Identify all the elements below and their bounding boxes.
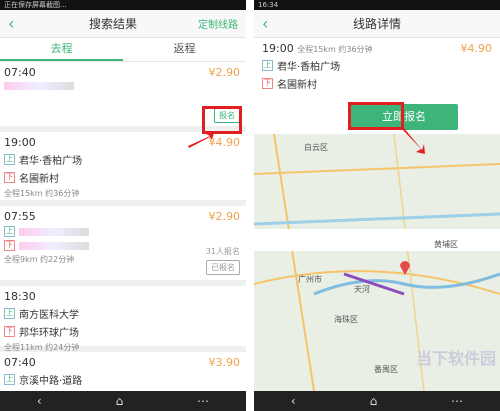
route-detail: 19:00 全程15km 约36分钟 ¥4.90 上君华·香柏广场 下名圃新村 [254,38,500,95]
blurred-text [19,227,89,236]
board-tag: 上 [262,60,273,71]
route-meta: 全程15km 约36分钟 [297,45,373,54]
route-price: ¥3.90 [208,356,241,369]
route-meta: 全程9km 约22分钟 [4,255,75,264]
route-price: ¥2.90 [208,210,241,223]
alight-tag: 下 [262,78,273,89]
board-tag: 上 [4,308,15,319]
route-time: 07:55 [4,210,36,223]
status-bar: 16:34 [254,0,500,10]
pointer-arrow-icon [403,128,425,154]
nav-back-icon[interactable]: ‹ [37,394,42,408]
route-detail-screen: 16:34 ‹ 线路详情 19:00 全程15km 约36分钟 ¥4.90 上君… [254,0,500,411]
route-item[interactable]: 07:55 ¥2.90 上 下 全程9km 约22分钟 31人报名 已报名 [0,206,246,286]
status-text: 正在保存屏幕截图... [4,1,67,9]
route-time: 19:00 [262,42,294,55]
pointer-arrow-icon [188,133,214,148]
map-label: 广州市 [298,275,322,284]
map-label: 白云区 [304,143,328,152]
route-from: 君华·香柏广场 [277,62,341,73]
route-time: 07:40 [4,356,36,369]
watermark: 当下软件园 [415,349,496,368]
route-to: 邦华环球广场 [19,328,79,339]
map-label: 海珠区 [334,315,358,324]
board-tag: 上 [4,154,15,165]
blurred-text [19,241,89,250]
route-meta: 全程15km 约36分钟 [4,189,80,198]
system-nav-bar: ‹ ⌂ ⋯ [0,391,246,411]
panel-divider [246,0,254,411]
route-to: 名圃新村 [277,80,317,91]
nav-home-icon[interactable]: ⌂ [370,394,378,408]
alight-tag: 下 [4,326,15,337]
direction-tabs: 去程 返程 [0,38,246,62]
route-map[interactable]: 白云区 广州市 黄埔区 天河 海珠区 番禺区 当下软件园 [254,134,500,391]
top-bar: ‹ 线路详情 [254,10,500,38]
back-icon[interactable]: ‹ [8,14,28,33]
map-label: 番禺区 [374,365,398,374]
board-tag: 上 [4,226,15,237]
nav-menu-icon[interactable]: ⋯ [197,394,209,408]
alight-tag: 下 [4,172,15,183]
page-title: 搜索结果 [88,17,137,31]
alight-tag: 下 [4,240,15,251]
tab-return[interactable]: 返程 [123,38,246,61]
nav-back-icon[interactable]: ‹ [291,394,296,408]
search-results-screen: 正在保存屏幕截图... ‹ 搜索结果 定制线路 去程 返程 07:40 ¥2.9… [0,0,246,411]
map-label: 天河 [354,285,370,294]
highlight-box [202,106,242,134]
route-item[interactable]: 18:30 上南方医科大学 下邦华环球广场 全程11km 约24分钟 [0,286,246,352]
system-nav-bar: ‹ ⌂ ⋯ [254,391,500,411]
route-time: 07:40 [4,66,36,79]
route-from: 南方医科大学 [19,310,79,321]
top-bar: ‹ 搜索结果 定制线路 [0,10,246,38]
nav-home-icon[interactable]: ⌂ [116,394,124,408]
applied-badge: 已报名 [206,260,240,275]
route-price: ¥4.90 [460,42,493,55]
highlight-box [348,102,404,130]
custom-route-button[interactable]: 定制线路 [198,16,238,31]
blurred-text [4,82,74,90]
status-time: 16:34 [258,1,279,9]
route-from: 君华·香柏广场 [19,156,83,167]
route-price: ¥2.90 [208,66,241,79]
nav-menu-icon[interactable]: ⋯ [451,394,463,408]
status-bar: 正在保存屏幕截图... [0,0,246,10]
route-to: 名圃新村 [19,174,59,185]
map-label: 黄埔区 [434,240,458,249]
map-pin-icon [400,261,410,275]
back-icon[interactable]: ‹ [262,14,282,33]
board-tag: 上 [4,374,15,385]
tab-outbound[interactable]: 去程 [0,38,123,61]
route-from: 京溪中路·道路 [19,376,83,387]
signup-count: 31人报名 [205,247,240,256]
page-title: 线路详情 [352,17,401,31]
route-time: 18:30 [4,290,36,303]
